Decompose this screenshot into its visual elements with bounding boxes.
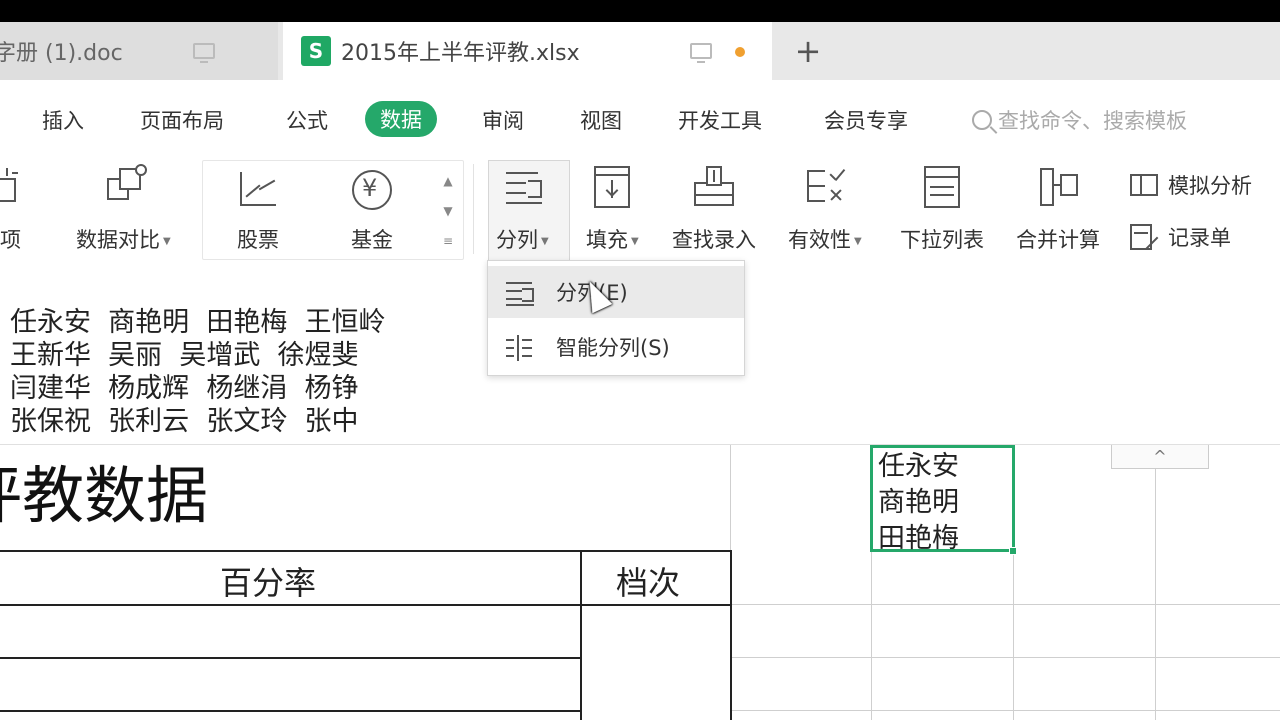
unsaved-dot-icon [735, 47, 745, 57]
simulate-analysis-icon [1130, 172, 1160, 198]
split-columns-button[interactable]: 分列 ▼ [496, 164, 549, 254]
menu-page-layout[interactable]: 页面布局 [140, 105, 224, 135]
chevron-down-icon: ▼ [163, 235, 171, 247]
consolidate-icon [1036, 164, 1080, 208]
header-grade: 档次 [616, 564, 681, 602]
lookup-entry-icon [692, 164, 736, 208]
scroll-down-icon[interactable]: ▼ [438, 196, 458, 226]
simulate-analysis-button[interactable]: 模拟分析 [1130, 170, 1252, 200]
chevron-down-icon: ▼ [541, 235, 549, 247]
stock-chart-icon [236, 168, 280, 212]
yen-circle-icon: ¥ [350, 168, 394, 212]
fill-handle[interactable] [1009, 547, 1017, 555]
names-row: 任永安 商艳明 田艳梅 王恒岭 [10, 307, 386, 338]
command-search[interactable]: 查找命令、搜索模板 [972, 105, 1187, 135]
tab-doc-title: 字册 (1).doc [0, 41, 123, 66]
tab-xlsx[interactable]: S 2015年上半年评教.xlsx [283, 22, 772, 80]
split-columns-item[interactable]: 分列(E) [488, 266, 744, 318]
validity-button[interactable]: 有效性 ▼ [788, 164, 862, 254]
ribbon-toolbar: 复项 数据对比▼ 股票 ¥ 基金 ▲ ▼ ≡ [0, 156, 1280, 262]
grid-line [1155, 467, 1156, 720]
collapse-button[interactable]: ^ [1111, 445, 1209, 469]
new-tab-button[interactable]: + [790, 22, 826, 80]
tab-bar: 字册 (1).doc S 2015年上半年评教.xlsx [0, 22, 1280, 80]
tab-doc[interactable]: 字册 (1).doc [0, 22, 278, 80]
fund-button[interactable]: ¥ 基金 [350, 168, 394, 254]
names-row: 闫建华 杨成辉 杨继涓 杨铮 [10, 373, 359, 404]
menu-member[interactable]: 会员专享 [824, 105, 908, 135]
split-columns-icon [500, 164, 544, 208]
names-row: 张保祝 张利云 张文玲 张中 [10, 406, 359, 437]
grid-line [730, 710, 1280, 711]
validity-icon [803, 164, 847, 208]
gallery-scroll[interactable]: ▲ ▼ ≡ [438, 166, 458, 256]
search-placeholder: 查找命令、搜索模板 [998, 109, 1187, 133]
table-border [0, 710, 582, 712]
duplicates-icon [0, 164, 22, 208]
scroll-up-icon[interactable]: ▲ [438, 166, 458, 196]
monitor-icon [193, 43, 215, 63]
sheet-title: 评教数据 [0, 459, 209, 532]
menu-developer[interactable]: 开发工具 [678, 105, 762, 135]
grid-line [730, 604, 1280, 605]
data-compare-icon [101, 164, 148, 208]
stock-button[interactable]: 股票 [236, 168, 280, 254]
spreadsheet-logo-icon: S [301, 36, 331, 66]
split-columns-icon [504, 278, 536, 306]
dropdown-list-button[interactable]: 下拉列表 [900, 164, 984, 254]
table-border [580, 550, 582, 720]
fill-down-icon [590, 164, 634, 208]
record-form-button[interactable]: 记录单 [1130, 222, 1231, 252]
menu-formula[interactable]: 公式 [286, 105, 328, 135]
chevron-up-icon: ^ [1153, 447, 1167, 466]
grid-line [730, 657, 1280, 658]
window-top-bar [0, 0, 1280, 22]
menu-insert[interactable]: 插入 [42, 105, 84, 135]
menu-view[interactable]: 视图 [580, 105, 622, 135]
selected-cell-content: 任永安 商艳明 田艳梅 [878, 451, 959, 554]
chevron-down-icon: ▼ [631, 235, 639, 247]
lookup-entry-button[interactable]: 查找录入 [672, 164, 756, 254]
table-border [0, 604, 732, 606]
table-border [0, 550, 732, 552]
names-row: 王新华 吴丽 吴增武 徐煜斐 [10, 340, 359, 371]
menu-review[interactable]: 审阅 [482, 105, 524, 135]
dropdown-list-icon [920, 164, 964, 208]
names-cell: 任永安 商艳明 田艳梅 王恒岭 王新华 吴丽 吴增武 徐煜斐 闫建华 杨成辉 杨… [10, 306, 386, 438]
smart-split-icon [504, 333, 536, 361]
monitor-icon [690, 43, 712, 63]
smart-split-item[interactable]: 智能分列(S) [488, 321, 744, 373]
duplicates-button[interactable]: 复项 [0, 164, 22, 254]
menu-bar: 插入 页面布局 公式 数据 审阅 视图 开发工具 会员专享 查找命令、搜索模板 [0, 80, 1280, 156]
fill-button[interactable]: 填充 ▼ [586, 164, 639, 254]
consolidate-button[interactable]: 合并计算 [1016, 164, 1100, 254]
table-border [0, 657, 582, 659]
menu-data[interactable]: 数据 [365, 101, 437, 137]
header-percentage: 百分率 [220, 564, 317, 602]
expand-gallery-icon[interactable]: ≡ [438, 226, 458, 256]
chevron-down-icon: ▼ [854, 235, 862, 247]
tab-xlsx-title: 2015年上半年评教.xlsx [341, 41, 580, 66]
record-form-icon [1130, 224, 1160, 250]
table-border [730, 550, 732, 720]
ribbon-separator [473, 164, 474, 254]
data-compare-button[interactable]: 数据对比 ▼ [76, 164, 171, 254]
search-icon [972, 110, 992, 130]
split-dropdown-menu: 分列(E) 智能分列(S) [487, 260, 745, 376]
